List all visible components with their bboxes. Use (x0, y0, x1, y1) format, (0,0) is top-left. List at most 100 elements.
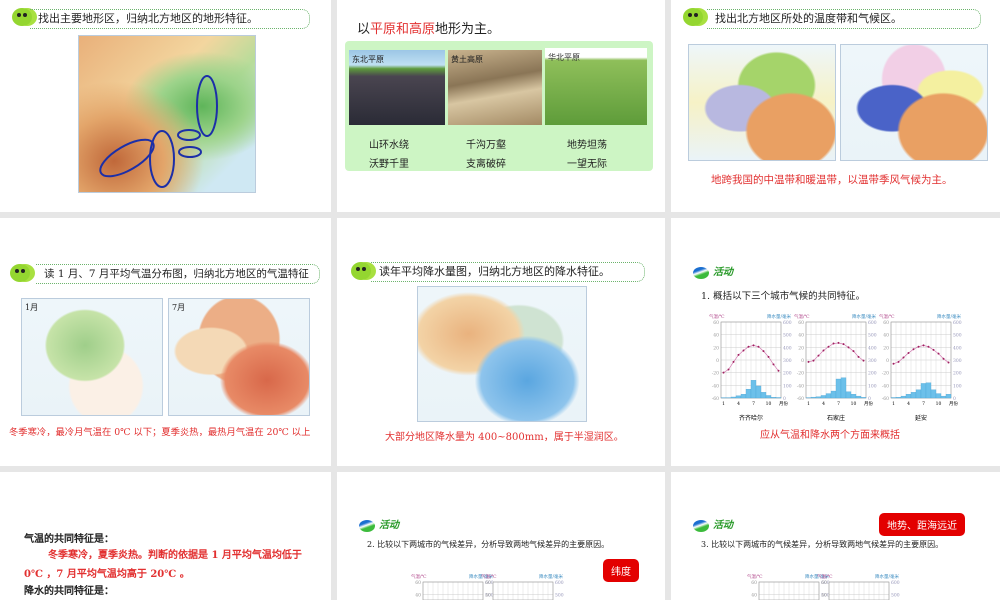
slide-5-thumbnail[interactable]: 读年平均降水量图，归纳北方地区的降水特征。 大部分地区降水量为 400~800m… (337, 218, 665, 466)
slide-9-thumbnail[interactable]: 活动 地势、距海远近 3. 比较以下两城市的气候差异，分析导致两地气候差异的主要… (671, 472, 1000, 600)
climate-chart-石家庄: 40 500 60 600 气温/℃ 降水量/毫米 (481, 573, 564, 600)
slide-prompt: 读年平均降水量图，归纳北方地区的降水特征。 (371, 262, 645, 282)
slide-7-thumbnail[interactable]: 气温的共同特征是： 冬季寒冷，夏季炎热。判断的依据是 1 月平均气温均低于 0℃… (0, 472, 331, 600)
temp-axis-label: 气温/℃ (709, 313, 725, 320)
precip-bar (835, 378, 842, 399)
slide-conclusion: 冬季寒冷，最冷月气温在 0℃ 以下；夏季炎热，最热月气温在 20℃ 以上 (9, 427, 311, 438)
precip-bar (755, 385, 762, 399)
precip-bar (740, 394, 747, 399)
precip-bar (910, 392, 917, 399)
temp-point (727, 368, 730, 371)
temp-point (947, 361, 950, 364)
activity-question: 3. 比较以下两城市的气候差异，分析导致两地气候差异的主要原因。 (701, 540, 944, 549)
activity-badge: 活动 (693, 263, 733, 279)
temp-point (772, 363, 775, 366)
photo-loess-plateau: 黄土高原 (448, 50, 542, 125)
precip-bar (915, 389, 922, 399)
slide-1-thumbnail[interactable]: 找出主要地形区，归纳北方地区的地形特征。 (0, 0, 331, 212)
city-name: 石家庄 (827, 414, 845, 422)
temp-point (912, 348, 915, 351)
slide-8-thumbnail[interactable]: 活动 2. 比较以下两城市的气候差异，分析导致两地气候差异的主要原因。 纬度 4… (337, 472, 665, 600)
temp-point (857, 355, 860, 358)
activity-label: 活动 (713, 267, 733, 278)
slide-2-thumbnail[interactable]: 以平原和高原地形为主。 东北平原 黄土高原 华北平原 山环水绕 沃野千里 千沟万壑… (337, 0, 665, 212)
temp-tick-label: 40 (415, 593, 421, 599)
precip-tick-label: 400 (953, 345, 962, 351)
precip-bar (945, 394, 952, 399)
phrase: 一望无际 (567, 159, 607, 170)
precip-tick-label: 300 (953, 358, 962, 364)
precip-bar (905, 394, 912, 399)
temp-point (822, 349, 825, 352)
month-tick-label: 1 (807, 401, 810, 407)
month-tick-label: 10 (851, 401, 857, 407)
temp-tick-label: 40 (821, 593, 827, 599)
temp-tick-label: -20 (882, 371, 889, 377)
month-tick-label: 10 (766, 401, 772, 407)
month-tick-label: 4 (907, 401, 910, 407)
photo-label: 华北平原 (548, 53, 580, 62)
january-temperature-map: 1月 (21, 298, 163, 416)
temp-point (752, 344, 755, 347)
slide-4-thumbnail[interactable]: 读 1 月、7 月平均气温分布图，归纳北方地区的气温特征 1月 7月 冬季寒冷，… (0, 218, 331, 466)
temp-point (892, 362, 895, 365)
month-tick-label: 7 (752, 401, 755, 407)
answer-callout: 纬度 (603, 559, 639, 582)
temp-point (897, 360, 900, 363)
temp-tick-label: 60 (713, 320, 719, 326)
temp-tick-label: 60 (415, 580, 421, 586)
title-text: 以 (357, 22, 371, 37)
temp-tick-label: 60 (798, 320, 804, 326)
temp-point (922, 344, 925, 347)
precip-bar (810, 396, 817, 399)
temp-point (767, 355, 770, 358)
slide-prompt: 读 1 月、7 月平均气温分布图，归纳北方地区的气温特征 (36, 264, 320, 284)
precip-axis-label: 降水量/毫米 (539, 573, 564, 580)
title-text: 地形为主。 (435, 22, 501, 37)
map-label: 1月 (25, 303, 39, 312)
slide-6-thumbnail[interactable]: 活动 1. 概括以下三个城市气候的共同特征。 -60 0 -40 100 -20 200 0… (671, 218, 1000, 466)
precip-axis-label: 降水量/毫米 (875, 573, 900, 580)
temp-tick-label: 20 (798, 345, 804, 351)
precip-bar (760, 392, 767, 399)
temp-tick-label: -40 (797, 383, 804, 389)
temp-point (862, 359, 865, 362)
phrase: 地势坦荡 (567, 140, 607, 151)
precip-bar (850, 394, 857, 399)
temp-tick-label: 60 (883, 320, 889, 326)
temp-axis-label: 气温/℃ (481, 573, 497, 580)
temp-axis-label: 气温/℃ (879, 313, 895, 320)
temp-point (762, 350, 765, 353)
activity-badge: 活动 (359, 516, 399, 532)
precip-bar (735, 395, 742, 399)
temp-tick-label: -60 (882, 396, 889, 402)
temp-point (812, 359, 815, 362)
city-name: 齐齐哈尔 (739, 414, 763, 422)
precip-tick-label: 200 (953, 371, 962, 377)
photo-northeast-plain: 东北平原 (349, 50, 445, 125)
precip-tick-label: 600 (891, 580, 900, 586)
phrase-group: 山环水绕 沃野千里 (369, 136, 409, 174)
temp-point (737, 353, 740, 356)
temp-point (917, 345, 920, 348)
temp-point (827, 345, 830, 348)
precip-bar (855, 395, 862, 399)
slide-3-thumbnail[interactable]: 找出北方地区所处的温度带和气候区。 地跨我国的中温带和暖温带，以温带季风气候为主… (671, 0, 1000, 212)
temp-tick-label: 20 (713, 345, 719, 351)
temp-point (742, 349, 745, 352)
month-tick-label: 10 (936, 401, 942, 407)
precip-tick-label: 500 (555, 593, 564, 599)
activity-badge: 活动 (693, 516, 733, 532)
temp-tick-label: -60 (797, 396, 804, 402)
temp-tick-label: 0 (886, 358, 889, 364)
slide-conclusion: 大部分地区降水量为 400~800mm，属于半湿润区。 (385, 432, 624, 443)
temp-point (907, 352, 910, 355)
temp-axis-label: 气温/℃ (747, 573, 763, 580)
temperature-zone-map (688, 44, 836, 161)
precip-bar (820, 395, 827, 399)
precip-bar (940, 395, 947, 399)
month-tick-label: 7 (837, 401, 840, 407)
slide-conclusion: 应从气温和降水两个方面来概括 (760, 430, 900, 441)
temp-point (837, 341, 840, 344)
temp-point (817, 354, 820, 357)
